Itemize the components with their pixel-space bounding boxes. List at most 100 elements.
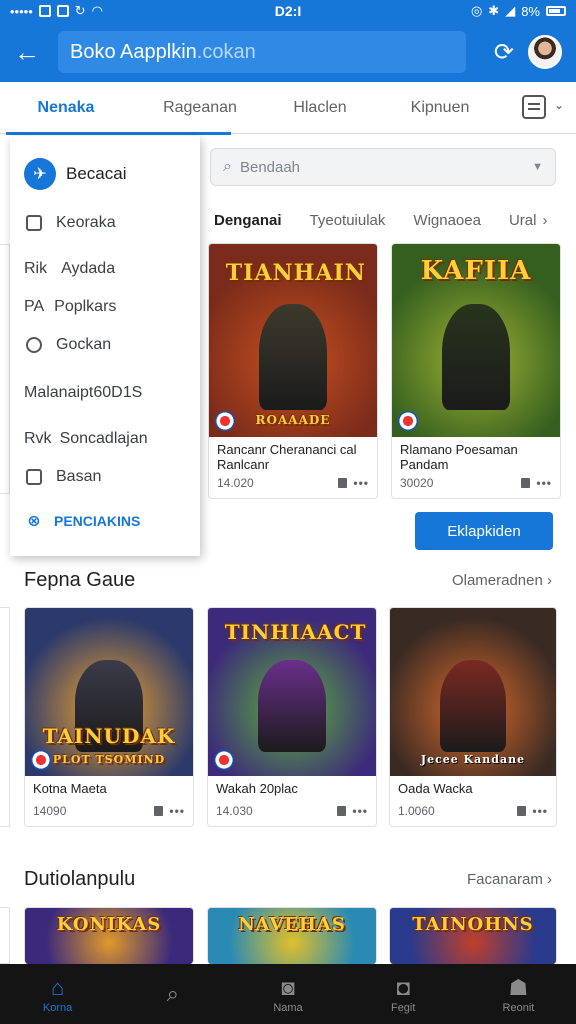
sync-icon[interactable]: ⟳ — [494, 38, 514, 67]
card-title: Oada Wacka — [398, 781, 473, 796]
menu-icon[interactable] — [522, 95, 546, 119]
sidebar-title: Becacai — [66, 164, 127, 183]
cover-figure — [442, 303, 510, 410]
cover-footer: PLOT TSOMIND — [52, 753, 166, 766]
more-icon[interactable]: ••• — [352, 804, 368, 818]
chip[interactable]: Tyeotuiulak — [310, 212, 386, 229]
avatar[interactable] — [528, 35, 562, 69]
publisher-logo-icon — [214, 750, 234, 770]
game-cover: NAVEHAS — [208, 908, 376, 964]
nav-label: Reonit — [502, 1002, 535, 1014]
bottom-nav: ⌂ Korna ⌕ ◙ Nama ◘ Fegit ☗ Reonit — [0, 964, 576, 1024]
search-icon: ⌕ — [223, 158, 232, 175]
sidebar-item-soncadlajan[interactable]: Rvk Soncadlajan — [10, 420, 200, 458]
more-icon[interactable]: ••• — [532, 804, 548, 818]
chevron-right-icon[interactable]: › — [542, 212, 547, 229]
chip[interactable]: Denganai — [214, 212, 282, 229]
sidebar-item-malanaipt[interactable]: Malanaipt60D1S — [10, 374, 200, 412]
chip[interactable]: Ural — [509, 212, 537, 229]
card-meta-value: 30020 — [400, 476, 434, 490]
cover-figure — [258, 660, 326, 753]
more-icon[interactable]: ••• — [169, 804, 185, 818]
signal-icon: ••••• — [10, 3, 33, 19]
bag-icon[interactable] — [521, 478, 531, 488]
cover-title: TIANHAIN — [225, 260, 366, 286]
search-input[interactable]: ⌕ Bendaah ▼ — [210, 148, 556, 186]
card-peek — [0, 907, 10, 964]
sidebar-item-gockan[interactable]: Gockan — [10, 326, 200, 364]
tab-rageanan[interactable]: Rageanan — [140, 82, 260, 134]
chip[interactable]: Wignaoea — [413, 212, 481, 229]
sidebar-item-label: Soncadlajan — [59, 430, 148, 447]
tab-hlaclen[interactable]: Hlaclen — [260, 82, 380, 134]
search-placeholder: Bendaah — [239, 158, 301, 176]
notification-icon — [38, 5, 51, 17]
game-cover: TIANHAIN ROAAADE — [209, 244, 377, 437]
bag-icon[interactable] — [338, 478, 348, 488]
game-card[interactable]: Jecee Kandane Oada Wacka 1.0060 ••• — [389, 607, 557, 827]
game-card[interactable]: KONIKAS — [24, 907, 194, 964]
nav-item-nama[interactable]: ◙ Nama — [230, 964, 345, 1024]
box-icon — [26, 469, 42, 485]
card-meta-value: 14.020 — [217, 476, 254, 490]
bag-icon[interactable] — [337, 806, 347, 816]
signal-strength-icon: ◢ — [505, 3, 516, 18]
bag-icon[interactable] — [154, 806, 164, 816]
nav-item-reonit[interactable]: ☗ Reonit — [461, 964, 576, 1024]
tab-kipnuen[interactable]: Kipnuen — [380, 82, 500, 134]
game-card[interactable]: TAINOHNS — [389, 907, 557, 964]
publisher-logo-icon — [215, 411, 235, 431]
sidebar-item-prefix: PA — [24, 298, 45, 315]
notification-icon — [56, 5, 69, 17]
cover-title: KONIKAS — [56, 914, 162, 935]
nav-item-fegit[interactable]: ◘ Fegit — [346, 964, 461, 1024]
sync-icon: ↻ — [74, 3, 86, 18]
sidebar-item-label: Basan — [56, 468, 102, 485]
cover-figure — [439, 660, 507, 753]
more-icon[interactable]: ••• — [536, 476, 552, 490]
game-cover: Jecee Kandane — [390, 608, 556, 776]
game-card[interactable]: KAFIIA Rlamano Poesaman Pandam 30020 ••• — [391, 243, 561, 499]
cover-title: TAINUDAK — [42, 724, 176, 748]
search-text: Boko Aapplkin — [70, 40, 197, 63]
card-meta: 14090 ••• — [25, 796, 193, 826]
person-icon: ☗ — [508, 975, 529, 1000]
game-card[interactable]: NAVEHAS — [207, 907, 377, 964]
game-card[interactable]: TIANHAIN ROAAADE Rancanr Cherananci cal … — [208, 243, 378, 499]
app-search-field[interactable]: Boko Aapplkin .cokan — [58, 31, 466, 73]
section-more-link[interactable]: Facanaram › — [467, 871, 552, 888]
sidebar-item-aydada[interactable]: Rik Aydada — [10, 250, 200, 288]
sidebar-item-poplkars[interactable]: PA Poplkars — [10, 288, 200, 326]
game-card[interactable]: TAINUDAK PLOT TSOMIND Kotna Maeta 14090 … — [24, 607, 194, 827]
bag-icon[interactable] — [517, 806, 527, 816]
nav-item-home[interactable]: ⌂ Korna — [0, 964, 115, 1024]
cover-title: NAVEHAS — [238, 914, 346, 935]
search-icon: ⌕ — [166, 981, 179, 1006]
tab-nenaka[interactable]: Nenaka — [6, 82, 231, 135]
sidebar-item-basan[interactable]: Basan — [10, 458, 200, 496]
sidebar-link-penciakins[interactable]: ⊗ PENCIAKINS — [10, 502, 200, 540]
sidebar-item-label: Gockan — [56, 336, 112, 353]
section-header: Fepna Gaue Olameradnen › — [24, 567, 552, 593]
card-peek — [0, 244, 10, 494]
card-meta-value: 1.0060 — [398, 804, 435, 818]
alarm-icon: ◎ — [470, 3, 483, 18]
compass-icon: ✈ — [24, 158, 56, 190]
status-bar: ••••• ↻ ◠ D2:I ◎ ✱ ◢ 8% — [0, 0, 576, 22]
sidebar-item-keoraka[interactable]: Keoraka — [10, 204, 200, 242]
nav-label: Nama — [273, 1002, 303, 1014]
bluetooth-icon: ✱ — [488, 3, 500, 18]
card-peek — [0, 607, 10, 827]
card-subtitle: Pandam — [400, 457, 449, 472]
section-title: Fepna Gaue — [24, 568, 136, 591]
section-more-link[interactable]: Olameradnen › — [452, 572, 552, 589]
more-icon[interactable]: ••• — [353, 476, 369, 490]
chevron-down-icon[interactable]: ⌄ — [554, 98, 564, 112]
wifi-icon: ◠ — [91, 3, 104, 18]
back-arrow-icon[interactable]: ← — [14, 39, 48, 65]
sidebar-item-prefix: Rik — [24, 260, 48, 277]
nav-item-search[interactable]: ⌕ — [115, 964, 230, 1024]
card-meta: 1.0060 ••• — [390, 796, 556, 826]
primary-action-button[interactable]: Eklapkiden — [415, 512, 553, 550]
game-card[interactable]: TINHIAACT Wakah 20plac 14.030 ••• — [207, 607, 377, 827]
